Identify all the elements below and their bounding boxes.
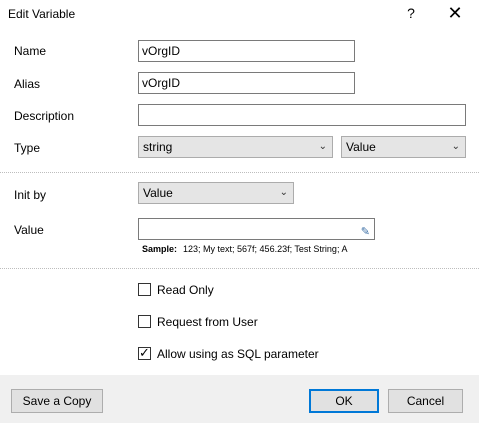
dialog-title: Edit Variable (8, 7, 76, 21)
separator (0, 268, 479, 269)
init-by-label: Init by (14, 188, 47, 202)
allow-sql-parameter-label: Allow using as SQL parameter (157, 347, 319, 361)
read-only-checkbox[interactable] (138, 283, 151, 296)
cancel-button[interactable]: Cancel (388, 389, 463, 413)
request-from-user-label: Request from User (157, 315, 258, 329)
init-by-select-value: Value (143, 186, 173, 200)
alias-label: Alias (14, 77, 41, 91)
chevron-down-icon: ⌄ (279, 187, 288, 198)
chevron-down-icon: ⌄ (451, 141, 460, 152)
allow-sql-parameter-checkbox[interactable]: ✓ (138, 345, 151, 360)
type-mode-select-value: Value (346, 140, 376, 154)
sample-label: Sample: (142, 244, 178, 254)
close-button[interactable]: ✕ (444, 2, 466, 24)
type-select-value: string (143, 140, 173, 154)
help-button[interactable]: ? (400, 2, 422, 24)
sample-text: 123; My text; 567f; 456.23f; Test String… (183, 244, 348, 254)
dialog-footer: Save a Copy OK Cancel (0, 375, 479, 423)
checkmark-icon: ✓ (139, 345, 150, 360)
separator (0, 172, 479, 173)
read-only-label: Read Only (157, 283, 214, 297)
alias-input[interactable]: vOrgID (138, 72, 355, 94)
name-label: Name (14, 44, 47, 58)
name-input[interactable]: vOrgID (138, 40, 355, 62)
pencil-icon[interactable]: ✎ (361, 222, 370, 242)
type-select[interactable]: string ⌄ (138, 136, 333, 158)
chevron-down-icon: ⌄ (318, 141, 327, 152)
description-label: Description (14, 109, 75, 123)
request-from-user-checkbox[interactable] (138, 315, 151, 328)
value-input[interactable]: ✎ (138, 218, 375, 240)
title-bar: Edit Variable ? ✕ (0, 0, 479, 28)
description-input[interactable] (138, 104, 466, 126)
save-copy-button[interactable]: Save a Copy (11, 389, 103, 413)
sample-hint: Sample: 123; My text; 567f; 456.23f; Test… (142, 244, 347, 254)
init-by-select[interactable]: Value ⌄ (138, 182, 294, 204)
value-label: Value (14, 223, 44, 237)
type-label: Type (14, 141, 41, 155)
ok-button[interactable]: OK (309, 389, 379, 413)
type-mode-select[interactable]: Value ⌄ (341, 136, 466, 158)
